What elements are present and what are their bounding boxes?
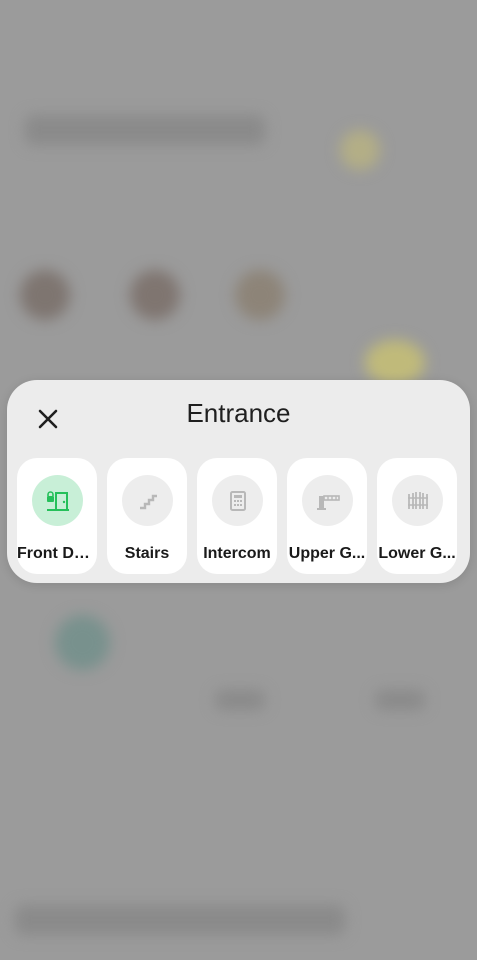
tile-icon-circle [32, 475, 83, 526]
tile-icon-circle [212, 475, 263, 526]
tile-intercom[interactable]: Intercom [197, 458, 277, 574]
gate-barrier-icon [316, 494, 340, 510]
tile-icon-circle [302, 475, 353, 526]
entrance-dialog: Entrance Front Door Stairs Intercom Uppe… [7, 380, 470, 583]
tile-icon-circle [122, 475, 173, 526]
device-tiles: Front Door Stairs Intercom Upper G... Lo… [17, 458, 457, 574]
intercom-icon [229, 490, 246, 511]
tile-icon-circle [392, 475, 443, 526]
tile-label: Upper G... [288, 545, 366, 562]
tile-front-door[interactable]: Front Door [17, 458, 97, 574]
tile-label: Front Door [17, 545, 97, 562]
door-lock-icon [46, 490, 69, 511]
stairs-icon [139, 494, 157, 509]
tile-upper-gate[interactable]: Upper G... [287, 458, 367, 574]
tile-stairs[interactable]: Stairs [107, 458, 187, 574]
fence-gate-icon [407, 491, 428, 509]
tile-label: Lower G... [378, 545, 456, 562]
dialog-title: Entrance [186, 398, 291, 428]
tile-label: Stairs [124, 545, 170, 562]
tile-lower-gate[interactable]: Lower G... [377, 458, 457, 574]
tile-label: Intercom [203, 545, 271, 562]
